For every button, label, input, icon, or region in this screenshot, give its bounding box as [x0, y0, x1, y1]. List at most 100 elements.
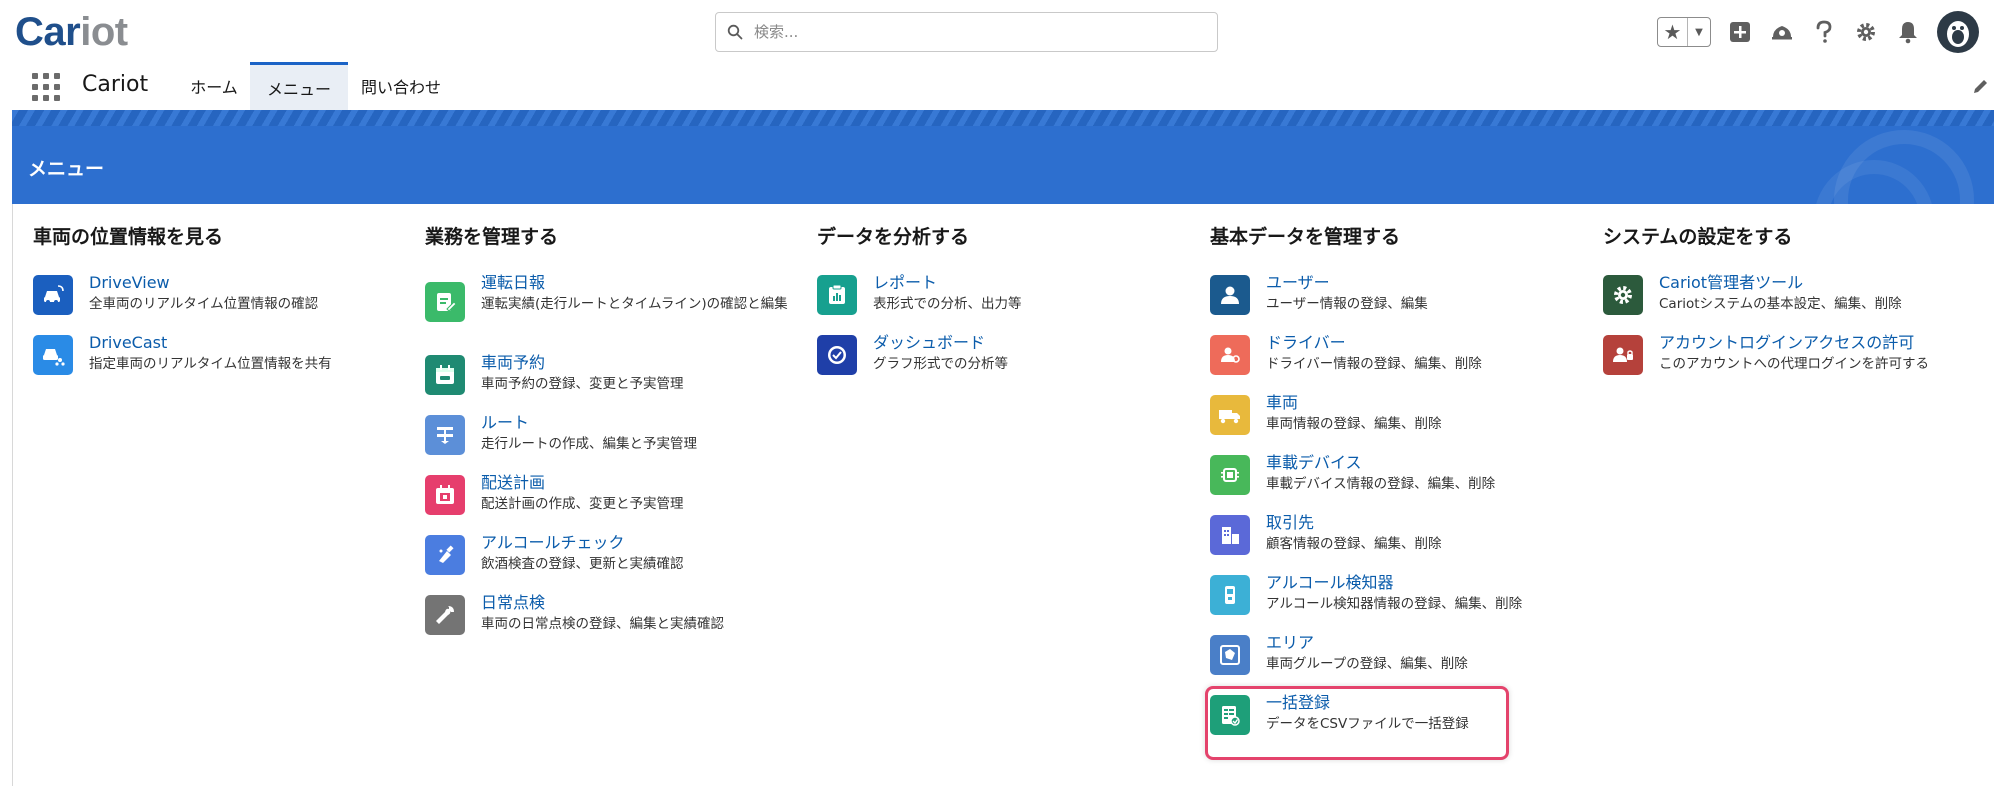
column-title: 車両の位置情報を見る — [33, 226, 224, 248]
menu-item-report[interactable]: レポート 表形式での分析、出力等 — [817, 272, 1197, 332]
menu-item-vehicle[interactable]: 車両 車両情報の登録、編集、削除 — [1210, 392, 1590, 452]
menu-item-label[interactable]: 車載デバイス — [1266, 452, 1590, 474]
menu-item-label[interactable]: ルート — [481, 412, 805, 434]
favorites-button[interactable]: ★ ▼ — [1657, 17, 1711, 47]
menu-column-business: 業務を管理する 運転日報 運転実績(走行ルートとタイムライン)の確認と編集 車両… — [425, 222, 805, 652]
menu-item-dashboard[interactable]: ダッシュボード グラフ形式での分析等 — [817, 332, 1197, 392]
menu-item-description: 表形式での分析、出力等 — [873, 296, 1022, 312]
menu-item-label[interactable]: ダッシュボード — [873, 332, 1197, 354]
menu-item-label[interactable]: 車両予約 — [481, 352, 805, 374]
menu-item-area[interactable]: エリア 車両グループの登録、編集、削除 — [1210, 632, 1590, 692]
car-share-icon — [33, 335, 73, 375]
highlight-box-bulk-register — [1205, 686, 1509, 760]
menu-item-description: Cariotシステムの基本設定、編集、削除 — [1659, 296, 1902, 312]
menu-item-onboard-device[interactable]: 車載デバイス 車載デバイス情報の登録、編集、削除 — [1210, 452, 1590, 512]
menu-item-description: 車両予約の登録、変更と予実管理 — [481, 376, 684, 392]
menu-item-description: 全車両のリアルタイム位置情報の確認 — [89, 296, 319, 312]
notification-bell-icon[interactable] — [1895, 19, 1921, 45]
delivery-calendar-icon — [425, 475, 465, 515]
driver-icon — [1210, 335, 1250, 375]
menu-item-label[interactable]: レポート — [873, 272, 1197, 294]
global-header: Cariot ★ ▼ — [0, 0, 2005, 62]
building-icon — [1210, 515, 1250, 555]
menu-item-label[interactable]: 日常点検 — [481, 592, 805, 614]
cariot-logo[interactable]: Cariot — [15, 6, 128, 58]
menu-item-label[interactable]: 配送計画 — [481, 472, 805, 494]
menu-column-vehicle-location: 車両の位置情報を見る DriveView 全車両のリアルタイム位置情報の確認 D… — [33, 222, 413, 392]
menu-item-driveview[interactable]: DriveView 全車両のリアルタイム位置情報の確認 — [33, 272, 413, 332]
tab-menu[interactable]: メニュー — [250, 62, 348, 110]
content-left-border — [12, 204, 13, 786]
menu-item-admin-tool[interactable]: Cariot管理者ツール Cariotシステムの基本設定、編集、削除 — [1603, 272, 1983, 332]
tab-home[interactable]: ホーム — [178, 62, 250, 110]
menu-item-description: 車両情報の登録、編集、削除 — [1266, 416, 1442, 432]
menu-item-label[interactable]: DriveView — [89, 272, 413, 294]
menu-item-alcohol-check[interactable]: アルコールチェック 飲酒検査の登録、更新と実績確認 — [425, 532, 805, 592]
breathalyzer-icon — [1210, 575, 1250, 615]
setup-gear-icon[interactable] — [1853, 19, 1879, 45]
truck-icon — [1210, 395, 1250, 435]
tab-inquiry[interactable]: 問い合わせ — [348, 62, 454, 110]
menu-item-description: 運転実績(走行ルートとタイムライン)の確認と編集 — [481, 296, 788, 312]
route-icon — [425, 415, 465, 455]
report-icon — [817, 275, 857, 315]
menu-item-label[interactable]: ユーザー — [1266, 272, 1590, 294]
menu-item-label[interactable]: アカウントログインアクセスの許可 — [1659, 332, 1983, 354]
search-icon — [716, 24, 754, 40]
column-title: データを分析する — [817, 226, 970, 248]
logo-text-part2: iot — [80, 10, 128, 54]
menu-item-client[interactable]: 取引先 顧客情報の登録、編集、削除 — [1210, 512, 1590, 572]
area-map-icon — [1210, 635, 1250, 675]
menu-item-description: 走行ルートの作成、編集と予実管理 — [481, 436, 697, 452]
menu-column-system-settings: システムの設定をする Cariot管理者ツール Cariotシステムの基本設定、… — [1603, 222, 1983, 392]
trailhead-guidance-icon[interactable] — [1769, 19, 1795, 45]
menu-item-description: 車載デバイス情報の登録、編集、削除 — [1266, 476, 1496, 492]
menu-item-label[interactable]: ドライバー — [1266, 332, 1590, 354]
menu-item-label[interactable]: DriveCast — [89, 332, 413, 354]
menu-item-label[interactable]: 取引先 — [1266, 512, 1590, 534]
menu-item-label[interactable]: アルコールチェック — [481, 532, 805, 554]
menu-column-master-data: 基本データを管理する ユーザー ユーザー情報の登録、編集 ドライバー ドライバー… — [1210, 222, 1590, 752]
menu-item-description: 指定車両のリアルタイム位置情報を共有 — [89, 356, 332, 372]
menu-item-description: ユーザー情報の登録、編集 — [1266, 296, 1428, 312]
menu-item-label[interactable]: 車両 — [1266, 392, 1590, 414]
column-title: システムの設定をする — [1603, 226, 1793, 248]
global-actions-add-icon[interactable] — [1727, 19, 1753, 45]
dashboard-icon — [817, 335, 857, 375]
app-launcher-icon[interactable] — [30, 71, 60, 101]
menu-item-driving-report[interactable]: 運転日報 運転実績(走行ルートとタイムライン)の確認と編集 — [425, 272, 805, 352]
edit-nav-pencil-icon[interactable] — [1971, 76, 1991, 96]
menu-item-vehicle-reservation[interactable]: 車両予約 車両予約の登録、変更と予実管理 — [425, 352, 805, 412]
menu-item-driver[interactable]: ドライバー ドライバー情報の登録、編集、削除 — [1210, 332, 1590, 392]
alcohol-check-icon — [425, 535, 465, 575]
menu-item-login-access[interactable]: アカウントログインアクセスの許可 このアカウントへの代理ログインを許可する — [1603, 332, 1983, 392]
menu-column-analysis: データを分析する レポート 表形式での分析、出力等 ダッシュボード グラフ形式で… — [817, 222, 1197, 392]
menu-item-description: グラフ形式での分析等 — [873, 356, 1008, 372]
menu-item-description: 顧客情報の登録、編集、削除 — [1266, 536, 1442, 552]
menu-item-daily-inspection[interactable]: 日常点検 車両の日常点検の登録、編集と実績確認 — [425, 592, 805, 652]
menu-item-label[interactable]: エリア — [1266, 632, 1590, 654]
header-utility-icons: ★ ▼ — [1657, 10, 1979, 54]
help-icon[interactable] — [1811, 19, 1837, 45]
menu-item-drivecast[interactable]: DriveCast 指定車両のリアルタイム位置情報を共有 — [33, 332, 413, 392]
admin-gear-icon — [1603, 275, 1643, 315]
menu-item-description: 飲酒検査の登録、更新と実績確認 — [481, 556, 684, 572]
car-location-icon — [33, 275, 73, 315]
calendar-car-icon — [425, 355, 465, 395]
menu-item-label[interactable]: Cariot管理者ツール — [1659, 272, 1983, 294]
menu-item-route[interactable]: ルート 走行ルートの作成、編集と予実管理 — [425, 412, 805, 472]
menu-item-description: このアカウントへの代理ログインを許可する — [1659, 356, 1929, 372]
chevron-down-icon[interactable]: ▼ — [1688, 27, 1710, 38]
search-input[interactable] — [754, 23, 1194, 41]
banner-pattern — [12, 110, 1994, 126]
menu-item-label[interactable]: 運転日報 — [481, 272, 805, 294]
menu-item-description: アルコール検知器情報の登録、編集、削除 — [1266, 596, 1523, 612]
user-avatar[interactable] — [1937, 11, 1979, 53]
login-access-icon — [1603, 335, 1643, 375]
global-search[interactable] — [715, 12, 1218, 52]
menu-item-alcohol-detector[interactable]: アルコール検知器 アルコール検知器情報の登録、編集、削除 — [1210, 572, 1590, 632]
menu-item-delivery-plan[interactable]: 配送計画 配送計画の作成、変更と予実管理 — [425, 472, 805, 532]
column-title: 業務を管理する — [425, 226, 559, 248]
menu-item-label[interactable]: アルコール検知器 — [1266, 572, 1590, 594]
menu-item-user[interactable]: ユーザー ユーザー情報の登録、編集 — [1210, 272, 1590, 332]
